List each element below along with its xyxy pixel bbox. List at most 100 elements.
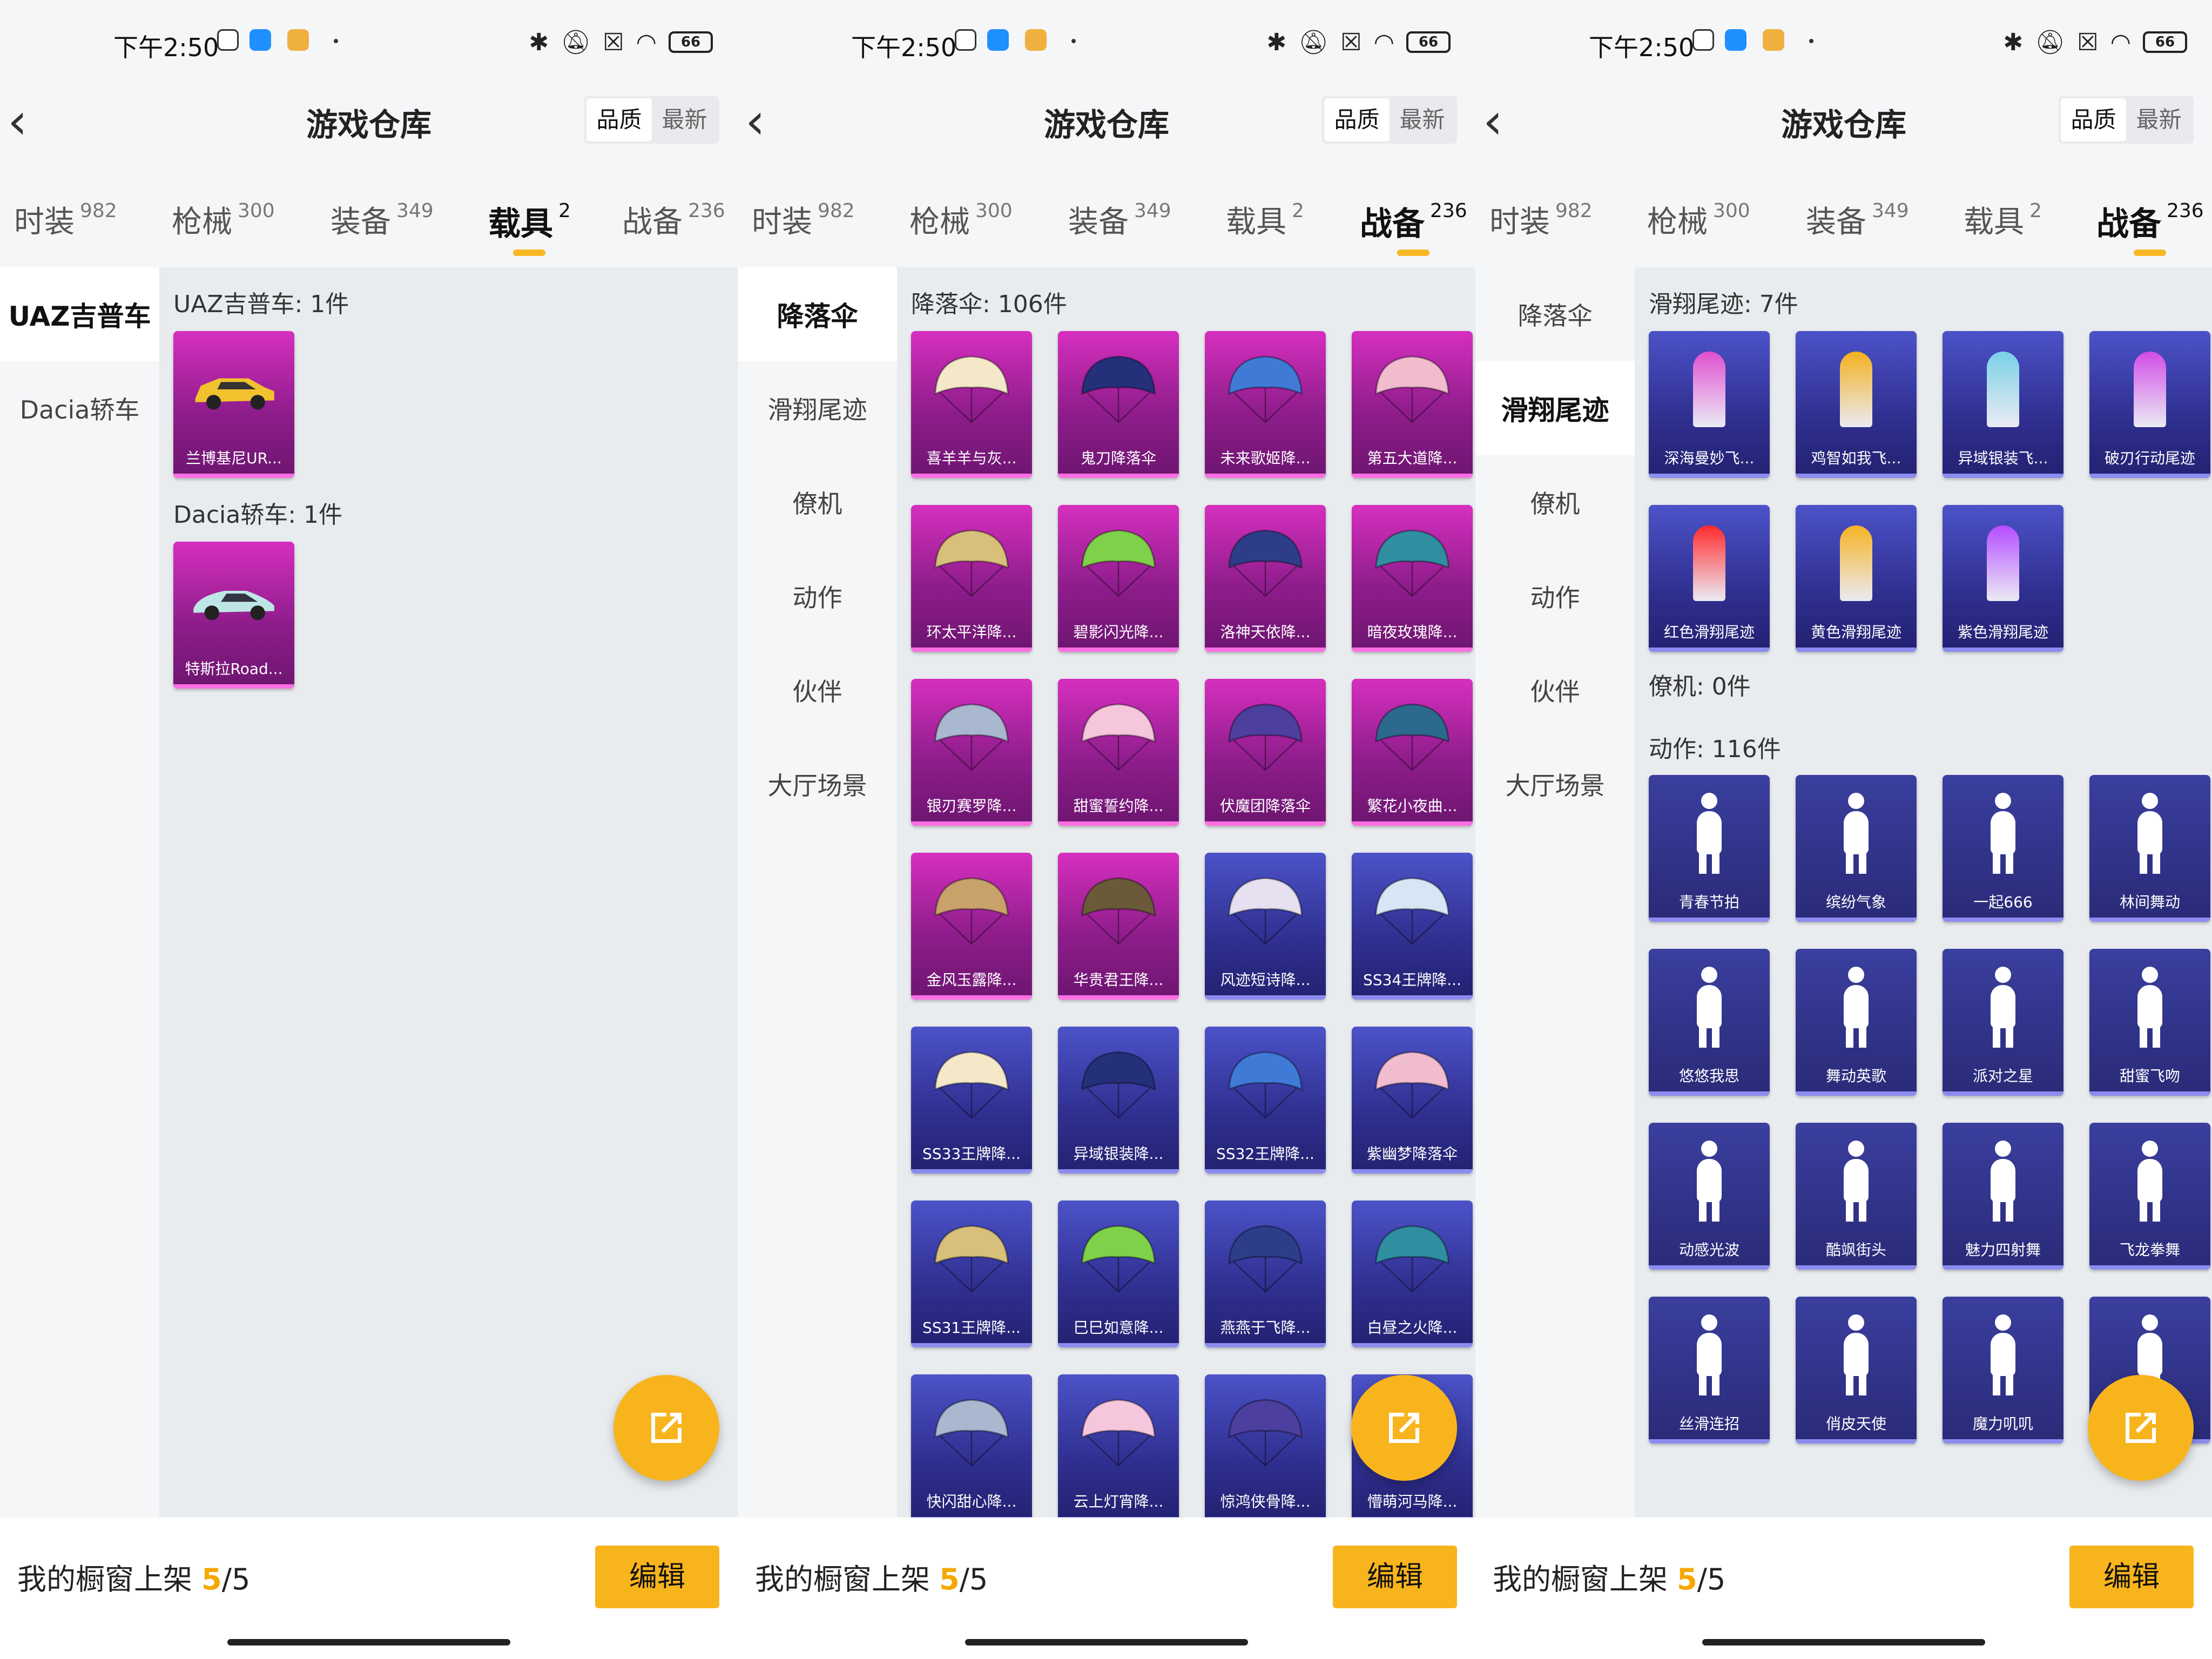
sort-quality-button[interactable]: 品质 — [2061, 98, 2126, 141]
item-card[interactable]: 舞动英歌 — [1796, 949, 1917, 1096]
status-time: 下午2:50 — [851, 33, 957, 62]
sort-quality-button[interactable]: 品质 — [586, 98, 652, 141]
item-card[interactable]: 华贵君王降... — [1058, 853, 1179, 1000]
tab-supply[interactable]: 战备 236 — [622, 198, 725, 241]
item-card[interactable]: 一起666 — [1943, 775, 2063, 922]
share-button[interactable] — [613, 1375, 719, 1481]
sidebar-item-parachute[interactable]: 降落伞 — [738, 267, 897, 361]
item-card[interactable]: 洛神天依降... — [1205, 505, 1326, 652]
item-card[interactable]: 派对之星 — [1943, 949, 2063, 1096]
item-card[interactable]: 燕燕于飞降... — [1205, 1201, 1326, 1347]
item-card[interactable]: 伏魔团降落伞 — [1205, 679, 1326, 826]
tab-costume[interactable]: 时装 982 — [1489, 198, 1593, 241]
item-card[interactable]: 未来歌姬降... — [1205, 331, 1326, 478]
tab-costume[interactable]: 时装 982 — [14, 198, 117, 241]
item-card[interactable]: 林间舞动 — [2089, 775, 2210, 922]
tab-vehicle[interactable]: 载具 2 — [1964, 198, 2042, 241]
item-card[interactable]: 青春节拍 — [1649, 775, 1770, 922]
item-card[interactable]: 云上灯宵降... — [1058, 1374, 1179, 1518]
item-card[interactable]: 喜羊羊与灰... — [911, 331, 1032, 478]
tab-equipment[interactable]: 装备 349 — [331, 198, 434, 241]
item-card[interactable]: 兰博基尼UR... — [173, 331, 294, 478]
item-card[interactable]: 金风玉露降... — [911, 853, 1032, 1000]
sidebar-item-companion[interactable]: 伙伴 — [738, 643, 897, 737]
tab-costume[interactable]: 时装 982 — [752, 198, 855, 241]
item-card[interactable]: 酷飒街头 — [1796, 1123, 1917, 1270]
item-card[interactable]: 环太平洋降... — [911, 505, 1032, 652]
item-card[interactable]: 碧影闪光降... — [1058, 505, 1179, 652]
sidebar-item-trail[interactable]: 滑翔尾迹 — [738, 361, 897, 455]
item-card[interactable]: 银刃赛罗降... — [911, 679, 1032, 826]
item-card[interactable]: 飞龙拳舞 — [2089, 1123, 2210, 1270]
share-button[interactable] — [1351, 1375, 1457, 1481]
app-icon — [1725, 29, 1746, 51]
sidebar-item-wingman[interactable]: 僚机 — [1475, 455, 1635, 549]
item-card[interactable]: SS32王牌降... — [1205, 1027, 1326, 1174]
item-card[interactable]: 鬼刀降落伞 — [1058, 331, 1179, 478]
edit-button[interactable]: 编辑 — [2069, 1546, 2194, 1608]
tab-weapon[interactable]: 枪械 300 — [172, 198, 275, 241]
item-card[interactable]: 甜蜜飞吻 — [2089, 949, 2210, 1096]
item-card[interactable]: SS31王牌降... — [911, 1201, 1032, 1347]
sidebar-item-dacia[interactable]: Dacia轿车 — [0, 361, 159, 455]
tab-vehicle[interactable]: 载具 2 — [1226, 198, 1304, 241]
item-card[interactable]: 白昼之火降... — [1352, 1201, 1473, 1347]
item-card[interactable]: 动感光波 — [1649, 1123, 1770, 1270]
sidebar-item-trail[interactable]: 滑翔尾迹 — [1475, 361, 1635, 455]
item-name: 未来歌姬降... — [1220, 449, 1311, 467]
item-card[interactable]: 丝滑连招 — [1649, 1297, 1770, 1444]
sidebar-item-companion[interactable]: 伙伴 — [1475, 643, 1635, 737]
tab-equipment[interactable]: 装备 349 — [1806, 198, 1909, 241]
item-card[interactable]: 巳巳如意降... — [1058, 1201, 1179, 1347]
item-card[interactable]: 魅力四射舞 — [1943, 1123, 2063, 1270]
sort-quality-button[interactable]: 品质 — [1324, 98, 1390, 141]
sidebar-item-uaz[interactable]: UAZ吉普车 — [0, 267, 159, 361]
item-card[interactable]: SS33王牌降... — [911, 1027, 1032, 1174]
sidebar-item-emote[interactable]: 动作 — [1475, 549, 1635, 643]
item-card[interactable]: 黄色滑翔尾迹 — [1796, 505, 1917, 652]
item-card[interactable]: 深海曼妙飞... — [1649, 331, 1770, 478]
item-card[interactable]: 俏皮天使 — [1796, 1297, 1917, 1444]
item-card[interactable]: 繁花小夜曲... — [1352, 679, 1473, 826]
item-card[interactable]: 缤纷气象 — [1796, 775, 1917, 922]
tab-supply[interactable]: 战备 236 — [2096, 198, 2204, 256]
sort-latest-button[interactable]: 最新 — [652, 98, 717, 141]
sidebar-item-emote[interactable]: 动作 — [738, 549, 897, 643]
item-card[interactable]: 特斯拉Road... — [173, 542, 294, 689]
item-card[interactable]: 红色滑翔尾迹 — [1649, 505, 1770, 652]
tab-vehicle[interactable]: 载具 2 — [488, 198, 571, 256]
item-card[interactable]: 快闪甜心降... — [911, 1374, 1032, 1518]
item-card[interactable]: 紫幽梦降落伞 — [1352, 1027, 1473, 1174]
item-card[interactable]: 异域银装降... — [1058, 1027, 1179, 1174]
item-name: 白昼之火降... — [1367, 1319, 1458, 1337]
sort-latest-button[interactable]: 最新 — [2126, 98, 2191, 141]
item-card[interactable]: 破刃行动尾迹 — [2089, 331, 2210, 478]
rarity-bar — [1352, 821, 1473, 826]
item-card[interactable]: 紫色滑翔尾迹 — [1943, 505, 2063, 652]
tab-weapon[interactable]: 枪械 300 — [909, 198, 1013, 241]
item-card[interactable]: 风迹短诗降... — [1205, 853, 1326, 1000]
item-card[interactable]: 甜蜜誓约降... — [1058, 679, 1179, 826]
item-card[interactable]: 惊鸿侠骨降... — [1205, 1374, 1326, 1518]
item-name: 甜蜜誓约降... — [1073, 797, 1164, 815]
item-card[interactable]: 第五大道降... — [1352, 331, 1473, 478]
item-card[interactable]: SS34王牌降... — [1352, 853, 1473, 1000]
item-card[interactable]: 鸡智如我飞... — [1796, 331, 1917, 478]
tab-weapon[interactable]: 枪械 300 — [1647, 198, 1750, 241]
edit-button[interactable]: 编辑 — [595, 1546, 719, 1608]
edit-button[interactable]: 编辑 — [1333, 1546, 1457, 1608]
sidebar-item-parachute[interactable]: 降落伞 — [1475, 267, 1635, 361]
tab-equipment[interactable]: 装备 349 — [1068, 198, 1171, 241]
parachute-icon — [1081, 1399, 1156, 1467]
item-card[interactable]: 魔力叽叽 — [1943, 1297, 2063, 1444]
item-card[interactable]: 暗夜玫瑰降... — [1352, 505, 1473, 652]
tab-supply[interactable]: 战备 236 — [1360, 198, 1467, 256]
item-card[interactable]: 悠悠我思 — [1649, 949, 1770, 1096]
item-card[interactable]: 异域银装飞... — [1943, 331, 2063, 478]
sidebar-item-lobby[interactable]: 大厅场景 — [1475, 737, 1635, 831]
sort-latest-button[interactable]: 最新 — [1390, 98, 1455, 141]
item-art — [1365, 342, 1460, 437]
sidebar-item-wingman[interactable]: 僚机 — [738, 455, 897, 549]
share-button[interactable] — [2088, 1375, 2194, 1481]
sidebar-item-lobby[interactable]: 大厅场景 — [738, 737, 897, 831]
